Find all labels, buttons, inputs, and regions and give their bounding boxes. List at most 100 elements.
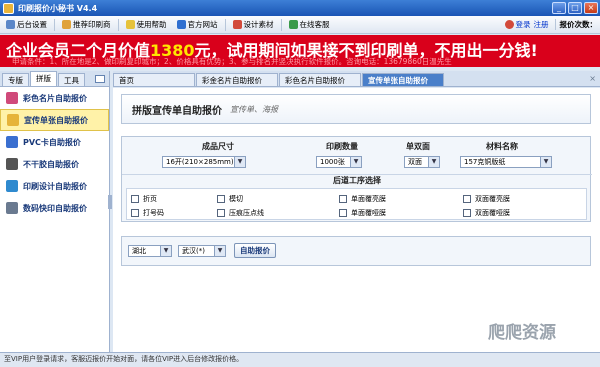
sidebar-item-design[interactable]: 印刷设计自助报价 [0, 175, 109, 197]
quantity-header: 印刷数量 [326, 142, 358, 151]
website-icon [176, 20, 186, 29]
city-select[interactable]: 武汉(*) ▼ [178, 245, 226, 257]
sidebar-item-sticker[interactable]: 不干胶自助报价 [0, 153, 109, 175]
watermark: 爬爬资源 [488, 323, 556, 343]
post-process-title: 后道工序选择 [122, 174, 592, 186]
option-single-matte[interactable]: 单面覆哑膜 [339, 208, 386, 218]
help-icon [125, 20, 135, 29]
maximize-button[interactable]: □ [568, 2, 582, 14]
login-link[interactable]: 登录 [516, 19, 531, 30]
page-subtitle: 宣传单、海报 [230, 104, 278, 114]
checkbox[interactable] [463, 195, 471, 203]
sidebar-tab-special[interactable]: 专版 [2, 73, 29, 86]
page-title: 拼版宣传单自助报价 [132, 105, 222, 117]
sidebar: 专版 拼版 工具 彩色名片自助报价 宣传单张自助报价 PVC卡自助报价 不干胶自… [0, 71, 110, 352]
settings-button[interactable]: 后台设置 [3, 18, 50, 32]
option-double-gloss[interactable]: 双面覆亮膜 [463, 194, 510, 204]
pvc-card-icon [6, 136, 18, 148]
checkbox[interactable] [463, 209, 471, 217]
tab-gold-card[interactable]: 彩金名片自助报价 [196, 73, 278, 86]
toolbar: 后台设置 推荐印刷商 使用帮助 官方网站 设计素材 在线客服 登录 注册 报价次… [0, 16, 600, 34]
checkbox[interactable] [217, 209, 225, 217]
settings-label: 后台设置 [17, 20, 47, 29]
design-icon [6, 180, 18, 192]
design-assets-label: 设计素材 [243, 20, 274, 29]
sidebar-item-label: 宣传单张自助报价 [24, 115, 88, 125]
self-quote-button[interactable]: 自助报价 [234, 243, 276, 258]
sidebar-item-label: 彩色名片自助报价 [23, 93, 87, 103]
chevron-down-icon: ▼ [234, 157, 245, 167]
option-label: 打号码 [143, 209, 164, 217]
sidebar-item-flyer[interactable]: 宣传单张自助报价 [0, 109, 109, 131]
option-crease[interactable]: 压痕压点线 [217, 208, 264, 218]
close-button[interactable]: × [584, 2, 598, 14]
size-select[interactable]: 16开(210×285mm) ▼ [162, 156, 246, 168]
checkbox[interactable] [339, 209, 347, 217]
option-die-cut[interactable]: 模切 [217, 194, 243, 204]
status-bar: 至VIP用户登录请求，客服迈报价开始对面，请各位VIP进入后台修改报价格。 [0, 352, 600, 367]
user-icon [504, 20, 514, 29]
register-link[interactable]: 注册 [534, 19, 549, 30]
quantity-value: 1000张 [320, 158, 345, 166]
option-fold[interactable]: 折页 [131, 194, 157, 204]
recommend-label: 推荐印刷商 [73, 20, 111, 29]
toolbar-right: 登录 注册 报价次数： [504, 19, 600, 30]
material-header: 材料名称 [486, 142, 518, 151]
card-icon [6, 92, 18, 104]
option-label: 单面覆哑膜 [351, 209, 386, 217]
checkbox[interactable] [131, 195, 139, 203]
online-service-button[interactable]: 在线客服 [286, 18, 333, 32]
sidebar-tabs: 专版 拼版 工具 [0, 71, 109, 87]
sidebar-tab-tools[interactable]: 工具 [58, 73, 85, 86]
quantity-select[interactable]: 1000张 ▼ [316, 156, 362, 168]
checkbox[interactable] [339, 195, 347, 203]
sidebar-item-digital[interactable]: 数码快印自助报价 [0, 197, 109, 219]
sidebar-item-label: 不干胶自助报价 [23, 159, 79, 169]
option-numbering[interactable]: 打号码 [131, 208, 164, 218]
panel-toggle-icon[interactable] [95, 75, 105, 83]
toolbar-divider [54, 18, 55, 31]
quote-form: 成品尺寸 印刷数量 单双面 材料名称 16开(210×285mm) ▼ 1000张… [121, 136, 592, 222]
recommend-icon [62, 20, 71, 29]
banner-details: 申请条件：1、所在地是2、做印刷复印城市；2、价格具有优势；3、参与排名并竖决执… [12, 57, 452, 66]
option-label: 折页 [143, 195, 157, 203]
option-label: 压痕压点线 [229, 209, 264, 217]
design-icon [232, 20, 242, 29]
sides-select[interactable]: 双面 ▼ [404, 156, 440, 168]
gear-icon [6, 20, 15, 29]
material-value: 157克铜版纸 [464, 158, 506, 166]
sides-value: 双面 [408, 158, 422, 166]
sidebar-item-pvc[interactable]: PVC卡自助报价 [0, 131, 109, 153]
sidebar-tab-imposition[interactable]: 拼版 [30, 71, 57, 86]
help-button[interactable]: 使用帮助 [123, 18, 170, 32]
toolbar-divider [117, 18, 119, 31]
material-select[interactable]: 157克铜版纸 ▼ [460, 156, 552, 168]
panel-header: 拼版宣传单自助报价 宣传单、海报 [121, 94, 591, 124]
toolbar-divider [224, 18, 226, 31]
option-double-matte[interactable]: 双面覆哑膜 [463, 208, 510, 218]
sidebar-item-label: 数码快印自助报价 [23, 203, 87, 213]
option-single-gloss[interactable]: 单面覆亮膜 [339, 194, 386, 204]
website-label: 官方网站 [187, 20, 218, 29]
province-value: 湖北 [132, 247, 146, 255]
checkbox[interactable] [131, 209, 139, 217]
tab-flyer[interactable]: 宣传单张自助报价 [362, 73, 444, 86]
design-assets-button[interactable]: 设计素材 [230, 18, 277, 32]
sticker-icon [6, 158, 18, 170]
province-select[interactable]: 湖北 ▼ [128, 245, 172, 257]
tab-color-card[interactable]: 彩色名片自助报价 [279, 73, 361, 86]
sidebar-item-card[interactable]: 彩色名片自助报价 [0, 87, 109, 109]
website-button[interactable]: 官方网站 [174, 18, 221, 32]
printer-icon [6, 202, 18, 214]
minimize-button[interactable]: _ [552, 2, 566, 14]
recommend-printer-button[interactable]: 推荐印刷商 [59, 18, 114, 32]
title-bar: 印刷报价小秘书 V4.4 _ □ × [0, 0, 600, 16]
sidebar-splitter-handle[interactable] [108, 195, 112, 209]
promo-banner[interactable]: 企业会员二个月价值1380元，试用期间如果接不到印刷单，不用出一分钱! 申请条件… [0, 35, 600, 67]
checkbox[interactable] [217, 195, 225, 203]
sidebar-item-label: 印刷设计自助报价 [23, 181, 87, 191]
close-tab-icon[interactable]: × [589, 74, 596, 83]
size-header: 成品尺寸 [202, 142, 234, 151]
tab-home[interactable]: 首页 [113, 73, 195, 86]
window-title: 印刷报价小秘书 V4.4 [18, 3, 98, 13]
